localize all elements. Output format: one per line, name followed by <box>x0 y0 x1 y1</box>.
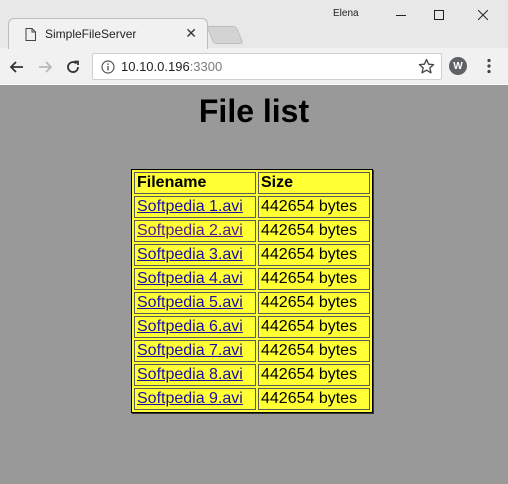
reload-button[interactable] <box>61 55 85 79</box>
back-button[interactable] <box>5 55 29 79</box>
filename-cell: Softpedia 1.avi <box>134 196 256 218</box>
table-row: Softpedia 8.avi 442654 bytes <box>134 364 370 386</box>
arrow-left-icon <box>9 61 23 73</box>
size-cell: 442654 bytes <box>258 388 370 410</box>
size-cell: 442654 bytes <box>258 268 370 290</box>
file-link[interactable]: Softpedia 4.avi <box>137 270 243 287</box>
page-title: File list <box>198 93 310 129</box>
browser-chrome: SimpleFileServer ✕ Elena 10.10.0.196:330… <box>0 0 508 84</box>
file-link[interactable]: Softpedia 3.avi <box>137 246 243 263</box>
file-link[interactable]: Softpedia 7.avi <box>137 342 243 359</box>
size-cell: 442654 bytes <box>258 340 370 362</box>
file-link[interactable]: Softpedia 6.avi <box>137 318 243 335</box>
size-cell: 442654 bytes <box>258 364 370 386</box>
table-row: Softpedia 3.avi 442654 bytes <box>134 244 370 266</box>
filename-cell: Softpedia 4.avi <box>134 268 256 290</box>
close-icon <box>478 10 488 20</box>
table-row: Softpedia 1.avi 442654 bytes <box>134 196 370 218</box>
navigation-toolbar: 10.10.0.196:3300 W <box>0 49 508 84</box>
page-viewport: File list Filename Size Softpedia 1.avi … <box>0 85 508 484</box>
info-icon[interactable] <box>101 60 115 74</box>
table-row: Softpedia 2.avi 442654 bytes <box>134 220 370 242</box>
file-table: Filename Size Softpedia 1.avi 442654 byt… <box>131 169 373 413</box>
file-link[interactable]: Softpedia 5.avi <box>137 294 243 311</box>
tab-active[interactable]: SimpleFileServer ✕ <box>8 18 208 49</box>
url-text[interactable]: 10.10.0.196:3300 <box>121 59 222 74</box>
table-row: Softpedia 7.avi 442654 bytes <box>134 340 370 362</box>
star-icon[interactable] <box>418 58 435 75</box>
reload-icon <box>67 60 79 73</box>
forward-button[interactable] <box>33 55 57 79</box>
table-row: Softpedia 5.avi 442654 bytes <box>134 292 370 314</box>
filename-cell: Softpedia 3.avi <box>134 244 256 266</box>
minimize-icon <box>396 15 406 16</box>
column-header-size: Size <box>258 172 370 194</box>
minimize-button[interactable] <box>384 2 418 28</box>
page-icon <box>25 28 36 41</box>
filename-cell: Softpedia 9.avi <box>134 388 256 410</box>
new-tab-button[interactable] <box>206 26 244 44</box>
size-cell: 442654 bytes <box>258 220 370 242</box>
maximize-icon <box>434 10 444 20</box>
size-cell: 442654 bytes <box>258 244 370 266</box>
table-row: Softpedia 9.avi 442654 bytes <box>134 388 370 410</box>
title-bar: SimpleFileServer ✕ Elena <box>0 0 508 49</box>
size-cell: 442654 bytes <box>258 316 370 338</box>
table-header-row: Filename Size <box>134 172 370 194</box>
filename-cell: Softpedia 5.avi <box>134 292 256 314</box>
filename-cell: Softpedia 8.avi <box>134 364 256 386</box>
close-window-button[interactable] <box>466 2 500 28</box>
filename-cell: Softpedia 6.avi <box>134 316 256 338</box>
size-cell: 442654 bytes <box>258 196 370 218</box>
url-host: 10.10.0.196 <box>121 59 190 74</box>
filename-cell: Softpedia 7.avi <box>134 340 256 362</box>
close-tab-icon[interactable]: ✕ <box>185 26 197 40</box>
file-link[interactable]: Softpedia 8.avi <box>137 366 243 383</box>
profile-name[interactable]: Elena <box>333 8 359 19</box>
file-link[interactable]: Softpedia 1.avi <box>137 198 243 215</box>
table-row: Softpedia 6.avi 442654 bytes <box>134 316 370 338</box>
extension-icon[interactable]: W <box>449 57 467 75</box>
tab-title: SimpleFileServer <box>45 27 137 41</box>
address-bar[interactable]: 10.10.0.196:3300 <box>92 53 442 80</box>
more-vert-icon[interactable] <box>480 57 498 75</box>
maximize-button[interactable] <box>422 2 456 28</box>
arrow-right-icon <box>39 61 53 73</box>
url-port: :3300 <box>189 59 223 74</box>
filename-cell: Softpedia 2.avi <box>134 220 256 242</box>
file-link[interactable]: Softpedia 2.avi <box>137 222 243 239</box>
size-cell: 442654 bytes <box>258 292 370 314</box>
table-row: Softpedia 4.avi 442654 bytes <box>134 268 370 290</box>
file-link[interactable]: Softpedia 9.avi <box>137 390 243 407</box>
column-header-filename: Filename <box>134 172 256 194</box>
